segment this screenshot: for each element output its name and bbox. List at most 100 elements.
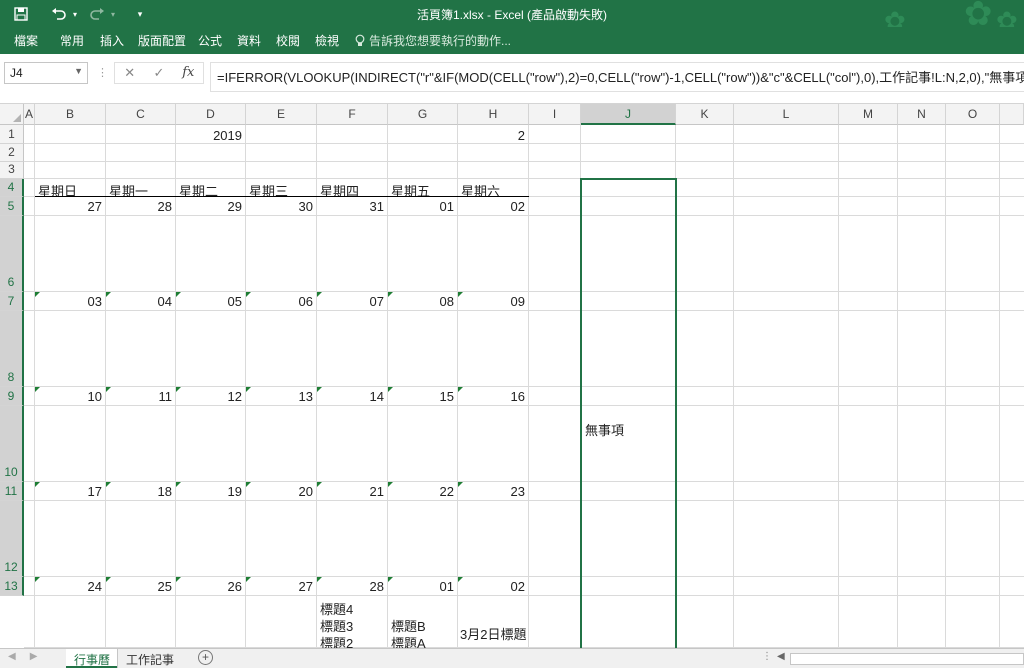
event-list[interactable]: 標題B 標題A [391, 618, 426, 648]
hscroll-left-icon[interactable]: ◀ [777, 651, 785, 662]
row-header[interactable]: 9 [0, 387, 24, 406]
chevron-down-icon[interactable]: ▼ [74, 66, 83, 76]
date-cell[interactable]: 07 [317, 294, 384, 309]
date-cell[interactable]: 10 [35, 389, 102, 404]
row-header[interactable]: 11 [0, 482, 24, 501]
column-header[interactable]: M [839, 104, 898, 125]
row-header[interactable]: 6 [0, 216, 24, 292]
add-sheet-icon[interactable]: + [198, 650, 213, 665]
date-cell[interactable]: 21 [317, 484, 384, 499]
date-cell[interactable]: 01 [388, 199, 454, 214]
date-cell[interactable]: 22 [388, 484, 454, 499]
tab-home[interactable]: 常用 [60, 32, 84, 49]
date-cell[interactable]: 05 [176, 294, 242, 309]
date-cell[interactable]: 01 [388, 579, 454, 594]
date-cell[interactable]: 23 [458, 484, 525, 499]
date-cell[interactable]: 17 [35, 484, 102, 499]
date-cell[interactable]: 08 [388, 294, 454, 309]
date-cell[interactable]: 15 [388, 389, 454, 404]
date-cell[interactable]: 27 [246, 579, 313, 594]
weekday-header[interactable]: 星期一 [109, 181, 148, 200]
date-cell[interactable]: 04 [106, 294, 172, 309]
date-cell[interactable]: 31 [317, 199, 384, 214]
column-header[interactable]: A [24, 104, 35, 125]
date-cell[interactable]: 24 [35, 579, 102, 594]
row-header[interactable]: 7 [0, 292, 24, 311]
column-header[interactable]: I [529, 104, 581, 125]
sheet-tab-work-notes[interactable]: 工作記事 [117, 649, 182, 668]
tab-formulas[interactable]: 公式 [198, 32, 222, 49]
row-header[interactable]: 3 [0, 162, 24, 179]
year-cell[interactable]: 2019 [176, 128, 242, 143]
row-header[interactable]: 10 [0, 406, 24, 482]
tab-insert[interactable]: 插入 [100, 32, 124, 49]
row-header[interactable]: 5 [0, 197, 24, 216]
column-header[interactable]: N [898, 104, 946, 125]
column-header[interactable] [1000, 104, 1024, 125]
date-cell[interactable]: 28 [317, 579, 384, 594]
column-header[interactable]: L [734, 104, 839, 125]
date-cell[interactable]: 20 [246, 484, 313, 499]
weekday-header[interactable]: 星期五 [391, 181, 430, 200]
weekday-header[interactable]: 星期二 [179, 181, 218, 200]
column-header[interactable]: E [246, 104, 317, 125]
column-header[interactable]: J [581, 104, 676, 125]
tab-view[interactable]: 檢視 [315, 32, 339, 49]
date-cell[interactable]: 30 [246, 199, 313, 214]
tell-me-box[interactable]: 告訴我您想要執行的動作... [355, 32, 511, 49]
tab-splitter-icon[interactable]: ⋮ [762, 651, 772, 662]
date-cell[interactable]: 19 [176, 484, 242, 499]
formula-bar-grip-icon[interactable]: ⋮ [97, 66, 108, 79]
horizontal-scrollbar[interactable] [790, 653, 1024, 665]
select-all-button[interactable] [0, 104, 24, 125]
date-cell[interactable]: 29 [176, 199, 242, 214]
row-header[interactable]: 12 [0, 501, 24, 577]
scroll-left-icon[interactable]: ◀ [8, 651, 16, 662]
weekday-header[interactable]: 星期六 [461, 181, 500, 200]
tab-review[interactable]: 校閱 [276, 32, 300, 49]
sheet-tab-calendar[interactable]: 行事曆 [66, 649, 119, 668]
event-list[interactable]: 3月2日標題 [460, 626, 526, 643]
date-cell[interactable]: 02 [458, 579, 525, 594]
check-icon[interactable]: ✓ [144, 63, 173, 83]
column-header[interactable]: F [317, 104, 388, 125]
date-cell[interactable]: 09 [458, 294, 525, 309]
date-cell[interactable]: 27 [35, 199, 102, 214]
date-cell[interactable]: 28 [106, 199, 172, 214]
date-cell[interactable]: 13 [246, 389, 313, 404]
selected-range-value[interactable]: 無事項 [585, 420, 624, 439]
date-cell[interactable]: 11 [106, 389, 173, 404]
date-cell[interactable]: 18 [106, 484, 172, 499]
weekday-header[interactable]: 星期日 [38, 181, 77, 200]
month-cell[interactable]: 2 [458, 128, 525, 143]
column-header[interactable]: B [35, 104, 106, 125]
column-header[interactable]: H [458, 104, 529, 125]
date-cell[interactable]: 03 [35, 294, 102, 309]
date-cell[interactable]: 14 [317, 389, 384, 404]
name-box[interactable]: J4 ▼ [4, 62, 88, 84]
date-cell[interactable]: 12 [176, 389, 242, 404]
tab-page-layout[interactable]: 版面配置 [138, 32, 186, 49]
formula-input[interactable]: =IFERROR(VLOOKUP(INDIRECT("r"&IF(MOD(CEL… [210, 62, 1024, 92]
column-header[interactable]: G [388, 104, 458, 125]
cancel-icon[interactable]: ✕ [115, 63, 144, 83]
tab-file[interactable]: 檔案 [14, 32, 38, 49]
row-header[interactable]: 4 [0, 179, 24, 197]
worksheet-grid[interactable]: A B C D E F G H I J K L M N O 1 2 3 4 5 6 7 8 9 10 11 12 13 2019 2 星期日… [0, 104, 1024, 648]
column-header[interactable]: D [176, 104, 246, 125]
column-header[interactable]: K [676, 104, 734, 125]
date-cell[interactable]: 02 [458, 199, 525, 214]
weekday-header[interactable]: 星期四 [320, 181, 359, 200]
row-header[interactable]: 2 [0, 144, 24, 162]
insert-function-button[interactable]: fx [174, 63, 203, 83]
date-cell[interactable]: 26 [176, 579, 242, 594]
row-header[interactable]: 13 [0, 577, 24, 596]
tab-data[interactable]: 資料 [237, 32, 261, 49]
row-header[interactable]: 1 [0, 125, 24, 144]
weekday-header[interactable]: 星期三 [249, 181, 288, 200]
date-cell[interactable]: 16 [458, 389, 525, 404]
column-header[interactable]: C [106, 104, 176, 125]
date-cell[interactable]: 06 [246, 294, 313, 309]
scroll-right-icon[interactable]: ▶ [30, 651, 38, 662]
date-cell[interactable]: 25 [106, 579, 172, 594]
